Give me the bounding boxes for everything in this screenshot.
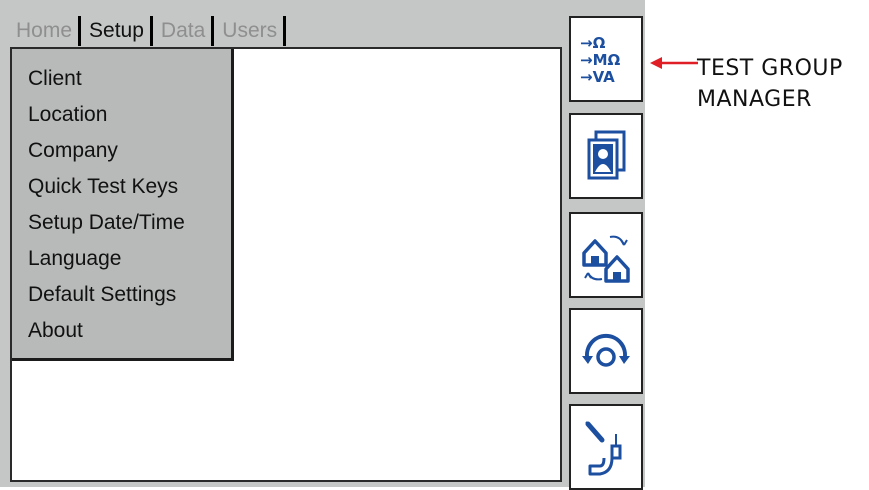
- test-group-manager-button[interactable]: →Ω →MΩ →VA: [569, 16, 643, 102]
- callout-label: TEST GROUP MANAGER: [697, 53, 843, 115]
- probe-tool-icon: [585, 421, 622, 476]
- tab-data[interactable]: Data: [155, 16, 215, 46]
- tab-setup[interactable]: Setup: [83, 16, 153, 46]
- callout-line-1: TEST GROUP: [697, 56, 843, 81]
- test-group-manager-icon: →Ω →MΩ →VA: [580, 34, 620, 86]
- tab-bar: Home Setup Data Users: [10, 16, 288, 46]
- callout-arrow: [650, 57, 698, 69]
- tab-home[interactable]: Home: [10, 16, 82, 46]
- menu-item-setup-date-time[interactable]: Setup Date/Time: [28, 211, 185, 235]
- device-screen: Home Setup Data Users Client Location Co…: [0, 0, 645, 490]
- callout-line-2: MANAGER: [697, 87, 812, 112]
- user-profile-button[interactable]: [569, 113, 643, 199]
- side-button-column: →Ω →MΩ →VA: [569, 16, 643, 490]
- user-profile-icon: [587, 130, 626, 180]
- setup-dropdown-menu: Client Location Company Quick Test Keys …: [12, 49, 234, 361]
- menu-item-client[interactable]: Client: [28, 67, 82, 91]
- tab-users[interactable]: Users: [216, 16, 287, 46]
- menu-item-quick-test-keys[interactable]: Quick Test Keys: [28, 175, 178, 199]
- menu-item-company[interactable]: Company: [28, 139, 118, 163]
- transfer-site-icon: [582, 235, 630, 283]
- menu-item-about[interactable]: About: [28, 319, 83, 343]
- menu-item-location[interactable]: Location: [28, 103, 107, 127]
- menu-item-default-settings[interactable]: Default Settings: [28, 283, 176, 307]
- svg-text:→Ω: →Ω: [580, 34, 606, 52]
- restart-button[interactable]: [569, 308, 643, 394]
- restart-icon: [582, 333, 630, 367]
- svg-text:→MΩ: →MΩ: [580, 51, 620, 69]
- svg-text:→VA: →VA: [580, 68, 615, 86]
- transfer-site-button[interactable]: [569, 212, 643, 298]
- probe-tool-button[interactable]: [569, 404, 643, 490]
- menu-item-language[interactable]: Language: [28, 247, 121, 271]
